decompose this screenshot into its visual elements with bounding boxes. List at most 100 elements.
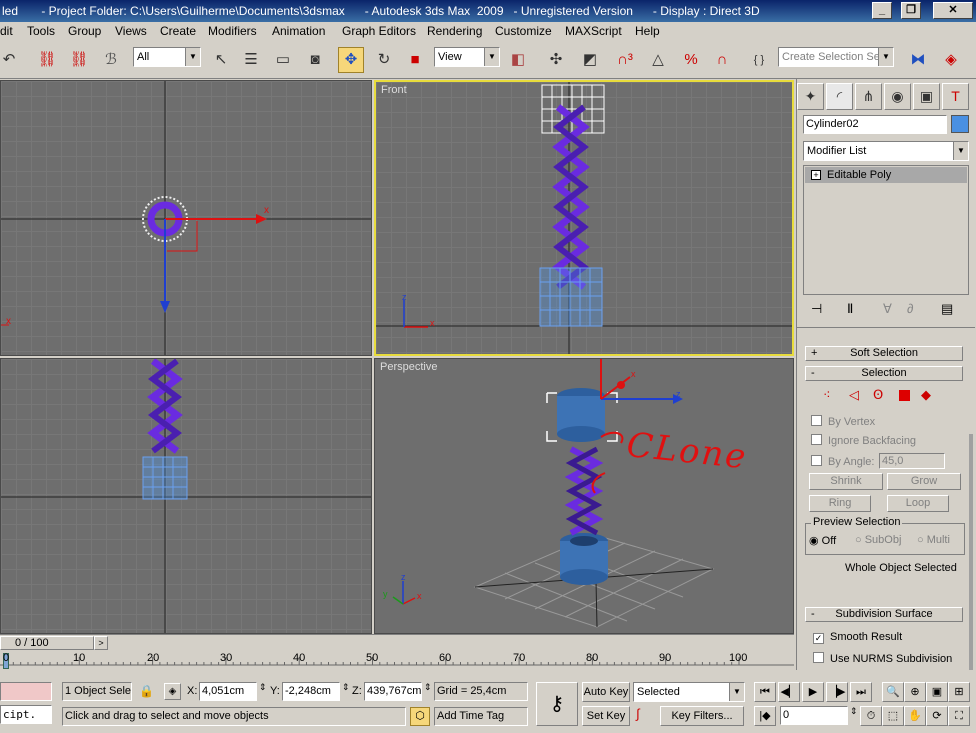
create-tab-icon[interactable]: ✦	[797, 83, 824, 110]
angle-value-field[interactable]: 45,0	[879, 453, 945, 469]
select-and-scale-icon[interactable]: ■	[402, 47, 428, 73]
menu-graph-editors[interactable]: Graph Editors	[342, 24, 416, 38]
by-vertex-option[interactable]: By Vertex	[811, 415, 875, 428]
menu-edit[interactable]: dit	[0, 24, 13, 38]
motion-tab-icon[interactable]: ◉	[884, 83, 911, 110]
previous-frame-icon[interactable]: ◀▏	[778, 682, 800, 702]
track-bar[interactable]: 0 10 20 30 40 50 60 70 80 90 100	[0, 651, 794, 670]
window-crossing-icon[interactable]: ◙	[302, 47, 328, 73]
key-mode-toggle-icon[interactable]: |◆	[754, 706, 776, 726]
checkbox[interactable]	[813, 652, 824, 663]
edge-mode-icon[interactable]: ◁	[849, 387, 859, 403]
minimize-button[interactable]: _	[872, 2, 892, 19]
align-icon[interactable]: ◈	[938, 47, 964, 73]
polygon-mode-icon[interactable]	[899, 390, 910, 401]
selection-filter-dropdown[interactable]: All ▼	[133, 47, 201, 67]
spinner-icon[interactable]: ⇕	[342, 682, 350, 693]
go-to-end-icon[interactable]: ⏭	[850, 682, 872, 702]
spinner-icon[interactable]: ⇕	[850, 706, 858, 717]
shrink-button[interactable]: Shrink	[809, 473, 883, 490]
zoom-extents-all-icon[interactable]: ⊞	[948, 682, 970, 702]
vertex-mode-icon[interactable]: ⁖	[823, 387, 831, 403]
lock-selection-icon[interactable]: 🔒	[139, 684, 154, 698]
x-coordinate-field[interactable]: 4,051cm	[199, 682, 257, 701]
modify-tab-icon[interactable]: ◜	[826, 83, 853, 110]
checkbox[interactable]	[811, 455, 822, 466]
spinner-icon[interactable]: ⇕	[424, 682, 432, 693]
radio-multi[interactable]: ○ Multi	[917, 534, 950, 546]
zoom-all-icon[interactable]: ⊕	[904, 682, 926, 702]
pin-stack-icon[interactable]: ⊣	[811, 301, 822, 317]
menu-views[interactable]: Views	[115, 24, 147, 38]
close-button[interactable]: ✕	[933, 2, 973, 19]
restore-button[interactable]: ❐	[901, 2, 921, 19]
make-unique-icon[interactable]: ∀	[883, 301, 892, 317]
checkbox-checked[interactable]: ✓	[813, 633, 824, 644]
zoom-icon[interactable]: 🔍	[882, 682, 904, 702]
select-link-icon[interactable]: ⛓	[34, 47, 60, 73]
select-and-rotate-icon[interactable]: ↻	[371, 47, 397, 73]
percent-snap-icon[interactable]: %	[678, 47, 704, 73]
menu-customize[interactable]: Customize	[495, 24, 552, 38]
viewport-perspective[interactable]: Perspective CLone z y x z x	[374, 358, 794, 634]
time-slider-bar[interactable]: 0 / 100 >	[0, 634, 794, 650]
select-and-move-icon[interactable]: ✥	[338, 47, 364, 73]
key-filters-button[interactable]: Key Filters...	[660, 706, 744, 726]
viewport-front[interactable]: Front z x	[374, 80, 794, 356]
current-frame-field[interactable]: 0	[780, 706, 848, 725]
reference-coordinate-dropdown[interactable]: View ▼	[434, 47, 500, 67]
loop-button[interactable]: Loop	[887, 495, 949, 512]
hierarchy-tab-icon[interactable]: ⋔	[855, 83, 882, 110]
orbit-icon[interactable]: ⟳	[926, 706, 948, 726]
use-nurms-option[interactable]: Use NURMS Subdivision	[813, 652, 952, 665]
panel-scrollbar[interactable]	[969, 434, 973, 670]
modifier-list-dropdown[interactable]: Modifier List ▼	[803, 141, 969, 161]
menu-modifiers[interactable]: Modifiers	[208, 24, 257, 38]
undo-icon[interactable]: ↶	[0, 47, 22, 73]
play-icon[interactable]: ▶	[802, 682, 824, 702]
go-to-start-icon[interactable]: ⏮	[754, 682, 776, 702]
maxscript-listener-top[interactable]	[0, 682, 52, 701]
select-manipulate-icon[interactable]: ✣	[543, 47, 569, 73]
spinner-icon[interactable]: ⇕	[259, 682, 267, 693]
display-tab-icon[interactable]: ▣	[913, 83, 940, 110]
angle-snap-icon[interactable]: △	[645, 47, 671, 73]
add-time-tag-button[interactable]: Add Time Tag	[434, 707, 528, 726]
zoom-extents-icon[interactable]: ▣	[926, 682, 948, 702]
keyboard-shortcut-override-icon[interactable]: ◩	[577, 47, 603, 73]
region-zoom-icon[interactable]: ⬚	[882, 706, 904, 726]
viewport-left[interactable]	[0, 358, 372, 634]
viewport-top[interactable]: x x	[0, 80, 372, 356]
named-selection-set-dropdown[interactable]: Create Selection Set ▼	[778, 47, 894, 67]
set-key-icon[interactable]: ⚷	[536, 682, 578, 726]
time-tag-icon[interactable]: ⬡	[410, 707, 430, 726]
maximize-viewport-icon[interactable]: ⛶	[948, 706, 970, 726]
radio-subobj[interactable]: ○ SubObj	[855, 534, 901, 546]
unlink-icon[interactable]: ⛓	[66, 47, 92, 73]
menu-create[interactable]: Create	[160, 24, 196, 38]
menu-group[interactable]: Group	[68, 24, 101, 38]
checkbox[interactable]	[811, 415, 822, 426]
object-color-swatch[interactable]	[951, 115, 969, 133]
soft-selection-rollout[interactable]: + Soft Selection	[805, 346, 963, 361]
maxscript-listener[interactable]: cipt.	[0, 705, 52, 724]
ring-button[interactable]: Ring	[809, 495, 871, 512]
default-in-out-tangent-icon[interactable]: ∫	[636, 706, 640, 721]
radio-off[interactable]: ◉ Off	[809, 534, 836, 547]
expand-icon[interactable]: +	[811, 170, 821, 180]
border-mode-icon[interactable]: Ꙩ	[873, 387, 883, 403]
snaps-toggle-icon[interactable]: ∩³	[612, 47, 638, 73]
subdivision-surface-rollout[interactable]: - Subdivision Surface	[805, 607, 963, 622]
configure-modifier-sets-icon[interactable]: ▤	[941, 301, 953, 317]
checkbox[interactable]	[811, 434, 822, 445]
remove-modifier-icon[interactable]: ∂	[907, 301, 913, 316]
key-mode-dropdown[interactable]: Selected ▼	[633, 682, 745, 702]
selection-rollout[interactable]: - Selection	[805, 366, 963, 381]
spinner-snap-icon[interactable]: ∩	[709, 47, 735, 73]
menu-animation[interactable]: Animation	[272, 24, 325, 38]
utilities-tab-icon[interactable]: T	[942, 83, 969, 110]
grow-button[interactable]: Grow	[887, 473, 961, 490]
bind-space-warp-icon[interactable]: ℬ	[98, 47, 124, 73]
time-configuration-icon[interactable]: ⏱	[860, 706, 882, 726]
edit-named-selection-icon[interactable]: { }	[746, 47, 772, 73]
